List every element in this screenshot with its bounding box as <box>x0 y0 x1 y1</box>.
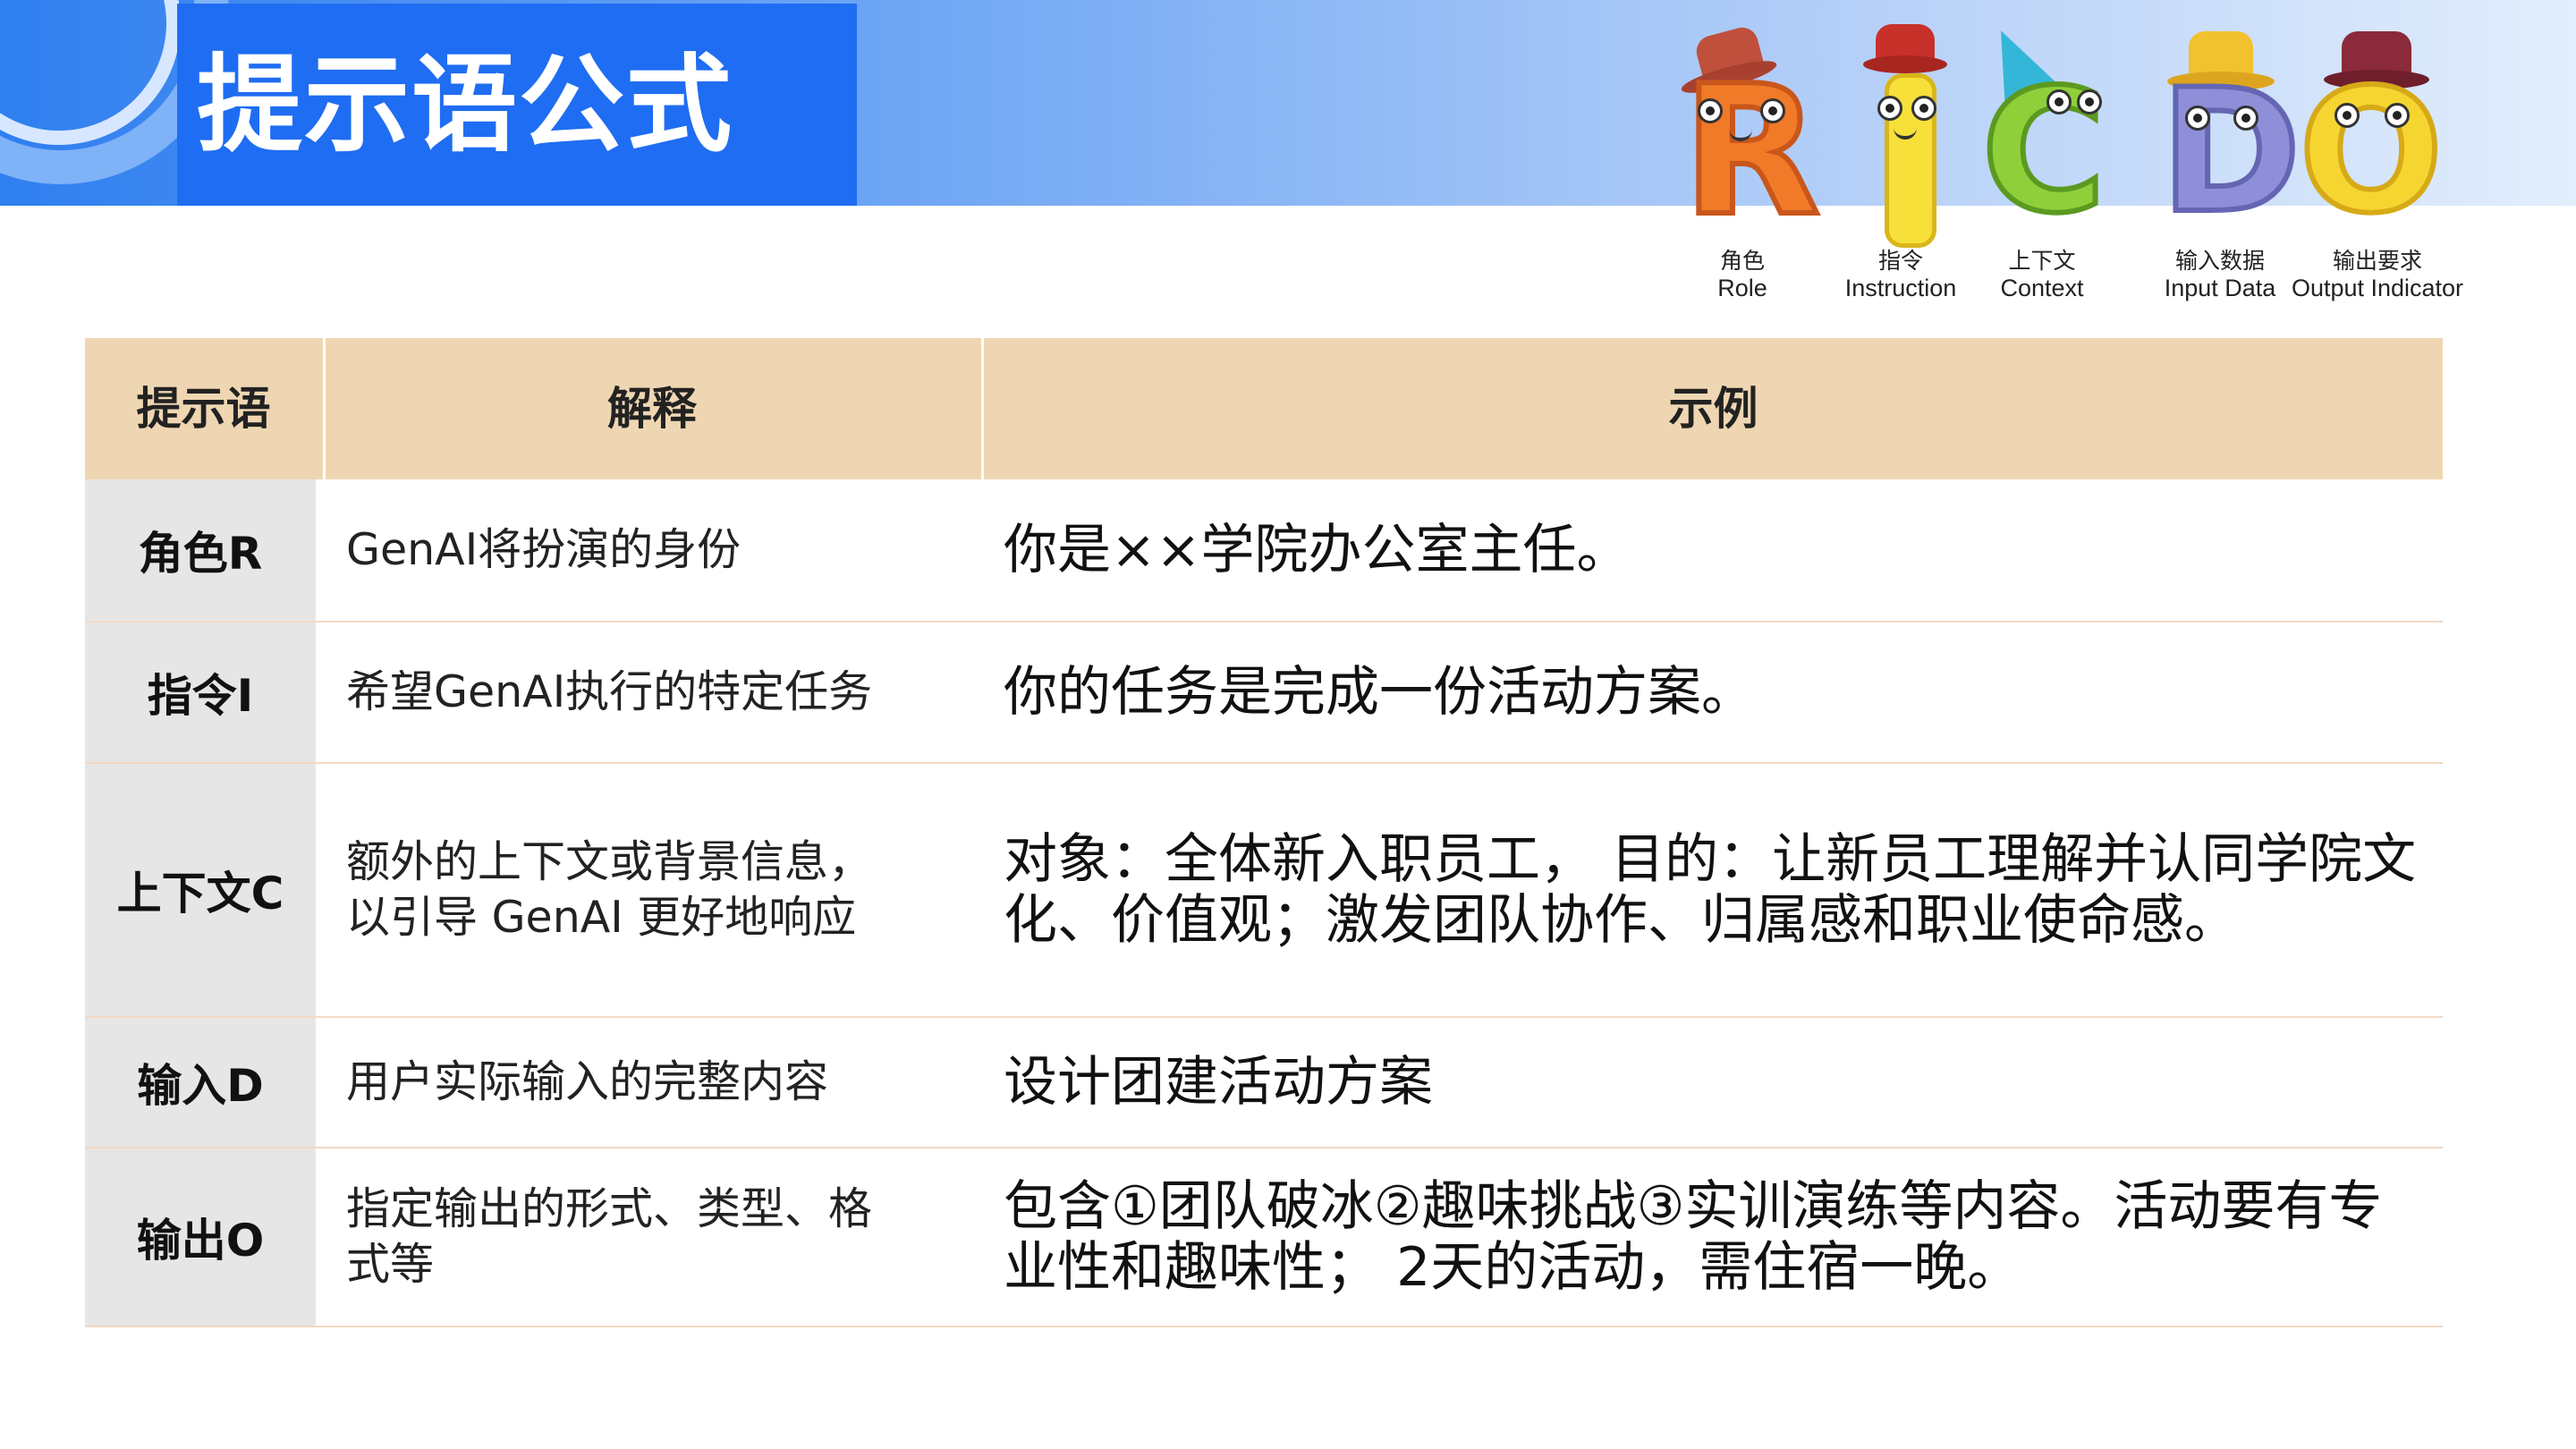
page-title: 提示语公式 <box>197 43 734 166</box>
mascot-r: R <box>1671 23 1832 244</box>
row-example: 设计团建活动方案 <box>1004 1051 1433 1114</box>
row-explanation: 指定输出的形式、类型、格 式等 <box>346 1183 873 1290</box>
mascot-i <box>1863 20 1947 248</box>
row-explanation: 用户实际输入的完整内容 <box>346 1056 829 1107</box>
row-example: 你是××学院办公室主任。 <box>1004 519 1631 581</box>
legend-cn-role: 角色 <box>1719 249 1765 274</box>
mascot-c: C <box>1971 17 2111 240</box>
mascot-o: O <box>2296 27 2446 240</box>
row-example: 对象：全体新入职员工， 目的：让新员工理解并认同学院文 化、价值观；激发团队协作… <box>1004 828 2417 952</box>
legend-en-input-data: Input Data <box>2164 275 2276 301</box>
mascot-letter: O <box>2296 53 2446 250</box>
legend-cn-context: 上下文 <box>2008 249 2076 274</box>
table-row: 上下文C 额外的上下文或背景信息， 以引导 GenAI 更好地响应 对象：全体新… <box>85 764 2443 1018</box>
header-prompt: 提示语 <box>136 383 271 435</box>
mascot-letter: R <box>1680 47 1823 256</box>
legend-en-role: Role <box>1717 275 1767 301</box>
legend-en-output-indicator: Output Indicator <box>2291 275 2464 301</box>
header-explanation: 解释 <box>607 383 697 435</box>
row-key: 指令I <box>85 623 316 762</box>
table-row: 指令I 希望GenAI执行的特定任务 你的任务是完成一份活动方案。 <box>85 623 2443 764</box>
row-example: 包含①团队破冰②趣味挑战③实训演练等内容。活动要有专 业性和趣味性； 2天的活动… <box>1004 1175 2383 1299</box>
row-explanation: 额外的上下文或背景信息， 以引导 GenAI 更好地响应 <box>346 836 873 943</box>
legend-en-context: Context <box>2000 275 2084 301</box>
mascot-letter: D <box>2157 53 2304 250</box>
header-example: 示例 <box>1668 383 1758 435</box>
row-example: 你的任务是完成一份活动方案。 <box>1004 661 1755 724</box>
row-key: 角色R <box>85 479 316 621</box>
table-row: 输出O 指定输出的形式、类型、格 式等 包含①团队破冰②趣味挑战③实训演练等内容… <box>85 1148 2443 1327</box>
row-key: 输入D <box>85 1018 316 1147</box>
legend-cn-output-indicator: 输出要求 <box>2332 249 2422 274</box>
table-header: 提示语 解释 示例 <box>85 338 2443 479</box>
table-row: 角色R GenAI将扮演的身份 你是××学院办公室主任。 <box>85 479 2443 623</box>
table-row: 输入D 用户实际输入的完整内容 设计团建活动方案 <box>85 1018 2443 1148</box>
row-key: 上下文C <box>85 764 316 1016</box>
row-key: 输出O <box>85 1148 316 1326</box>
mascot-d: D <box>2157 27 2304 240</box>
row-explanation: GenAI将扮演的身份 <box>346 524 741 575</box>
legend-cn-input-data: 输入数据 <box>2174 249 2265 274</box>
row-explanation: 希望GenAI执行的特定任务 <box>346 666 873 717</box>
